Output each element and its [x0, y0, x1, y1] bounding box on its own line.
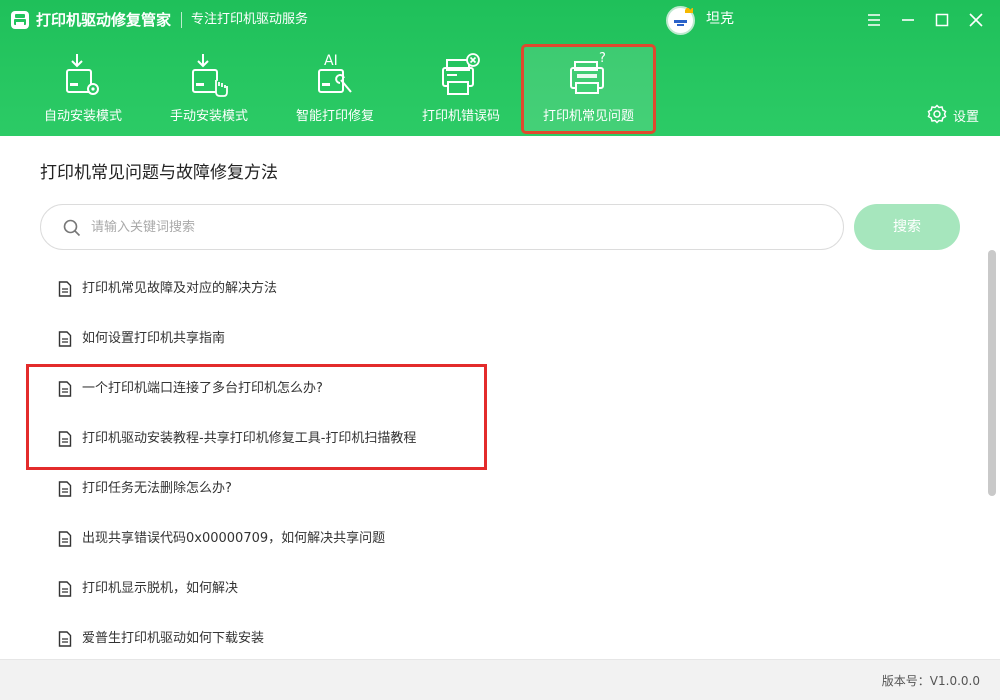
app-subtitle: 专注打印机驱动服务: [191, 12, 309, 27]
ai-repair-icon: AI: [318, 53, 352, 93]
title-divider: [181, 12, 182, 28]
search-input[interactable]: [91, 214, 821, 240]
maximize-icon[interactable]: [931, 9, 953, 31]
tab-printer-error-code[interactable]: 打印机错误码: [418, 44, 504, 134]
username[interactable]: 坦克: [706, 10, 734, 28]
tab-printer-error-code-label: 打印机错误码: [421, 109, 500, 124]
list-item[interactable]: 如何设置打印机共享指南: [40, 314, 940, 364]
search-box: [40, 204, 844, 250]
tab-ai-repair[interactable]: AI 智能打印修复: [292, 44, 378, 134]
app-logo-icon: [11, 11, 29, 29]
tab-printer-faq-label: 打印机常见问题: [542, 109, 634, 124]
auto-install-icon: [66, 54, 99, 95]
search-icon: [63, 219, 81, 237]
tab-auto-install[interactable]: 自动安装模式: [40, 44, 126, 134]
printer-faq-icon: ?: [569, 51, 606, 94]
menu-icon[interactable]: [863, 9, 885, 31]
gear-icon: [927, 104, 947, 124]
title-bar: 打印机驱动修复管家 专注打印机驱动服务 坦克: [0, 0, 1000, 40]
svg-text:AI: AI: [324, 53, 338, 69]
svg-text:?: ?: [599, 51, 606, 66]
document-icon: [58, 331, 72, 347]
user-avatar[interactable]: [666, 6, 695, 35]
list-item[interactable]: 爱普生打印机驱动如何下载安装: [40, 614, 940, 664]
list-item-title: 打印机常见故障及对应的解决方法: [82, 281, 278, 296]
tab-manual-install[interactable]: 手动安装模式: [166, 44, 252, 134]
list-item-title: 爱普生打印机驱动如何下载安装: [82, 631, 265, 646]
list-item[interactable]: 打印机常见故障及对应的解决方法: [40, 264, 940, 314]
document-icon: [58, 631, 72, 647]
app-title: 打印机驱动修复管家: [36, 11, 172, 29]
scrollbar-thumb[interactable]: [988, 250, 996, 496]
tab-manual-install-label: 手动安装模式: [169, 109, 248, 124]
list-item-title: 打印任务无法删除怎么办?: [82, 481, 232, 496]
manual-install-icon: [192, 54, 228, 97]
page-title: 打印机常见问题与故障修复方法: [40, 163, 278, 183]
avatar-image-icon: [668, 6, 693, 33]
highlight-annotation: [26, 364, 487, 470]
version-label: 版本号：V1.0.0.0: [881, 674, 980, 688]
app-header: 打印机驱动修复管家 专注打印机驱动服务 坦克 自动安装模式 手动安装模式 AI …: [0, 0, 1000, 136]
printer-error-icon: [442, 53, 480, 95]
tab-ai-repair-label: 智能打印修复: [295, 109, 374, 124]
minimize-icon[interactable]: [897, 9, 919, 31]
list-item-title: 打印机显示脱机，如何解决: [82, 581, 239, 596]
list-item[interactable]: 打印机显示脱机，如何解决: [40, 564, 940, 614]
close-icon[interactable]: [965, 9, 987, 31]
list-item[interactable]: 出现共享错误代码0x00000709，如何解决共享问题: [40, 514, 940, 564]
document-icon: [58, 531, 72, 547]
tab-auto-install-label: 自动安装模式: [43, 109, 122, 124]
document-icon: [58, 281, 72, 297]
document-icon: [58, 481, 72, 497]
list-item[interactable]: 打印任务无法删除怎么办?: [40, 464, 940, 514]
tab-printer-faq[interactable]: ? 打印机常见问题: [521, 44, 656, 134]
document-icon: [58, 581, 72, 597]
list-item-title: 出现共享错误代码0x00000709，如何解决共享问题: [82, 531, 386, 546]
settings-label: 设置: [953, 110, 980, 125]
list-item-title: 如何设置打印机共享指南: [82, 331, 226, 346]
footer: 版本号：V1.0.0.0: [0, 659, 1000, 700]
search-button[interactable]: 搜索: [854, 204, 960, 250]
